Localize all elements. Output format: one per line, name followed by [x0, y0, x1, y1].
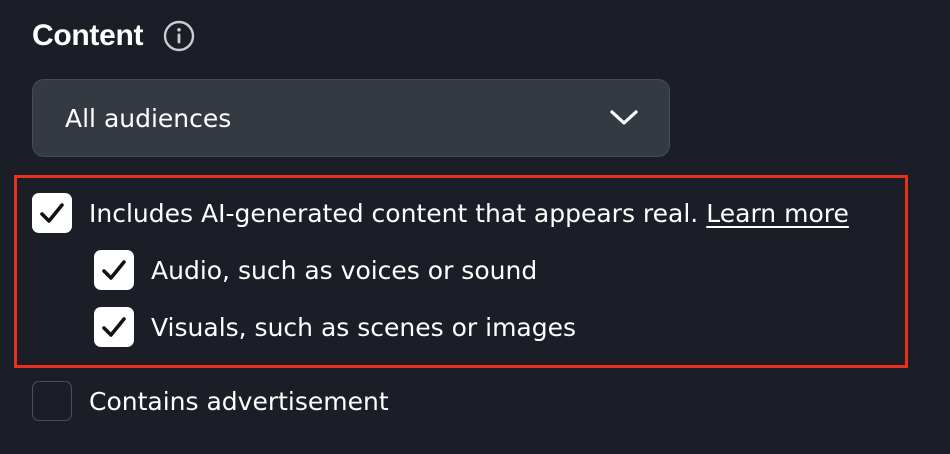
audience-dropdown-value: All audiences [65, 103, 232, 133]
section-header: Content [32, 14, 195, 58]
audio-option: Audio, such as voices or sound [94, 250, 537, 290]
visuals-label: Visuals, such as scenes or images [151, 312, 577, 342]
chevron-down-icon [609, 108, 639, 128]
audio-checkbox[interactable] [94, 250, 134, 290]
advertisement-checkbox[interactable] [32, 381, 72, 421]
visuals-checkbox[interactable] [94, 307, 134, 347]
ai-generated-checkbox[interactable] [32, 193, 72, 233]
ai-generated-option: Includes AI-generated content that appea… [32, 193, 849, 233]
section-title: Content [32, 19, 144, 52]
learn-more-link[interactable]: Learn more [706, 199, 849, 228]
info-icon[interactable] [163, 20, 195, 52]
ai-generated-label: Includes AI-generated content that appea… [89, 198, 699, 228]
audience-dropdown[interactable]: All audiences [32, 79, 670, 157]
advertisement-label: Contains advertisement [89, 386, 389, 416]
advertisement-option: Contains advertisement [32, 381, 389, 421]
visuals-option: Visuals, such as scenes or images [94, 307, 576, 347]
audio-label: Audio, such as voices or sound [151, 255, 538, 285]
